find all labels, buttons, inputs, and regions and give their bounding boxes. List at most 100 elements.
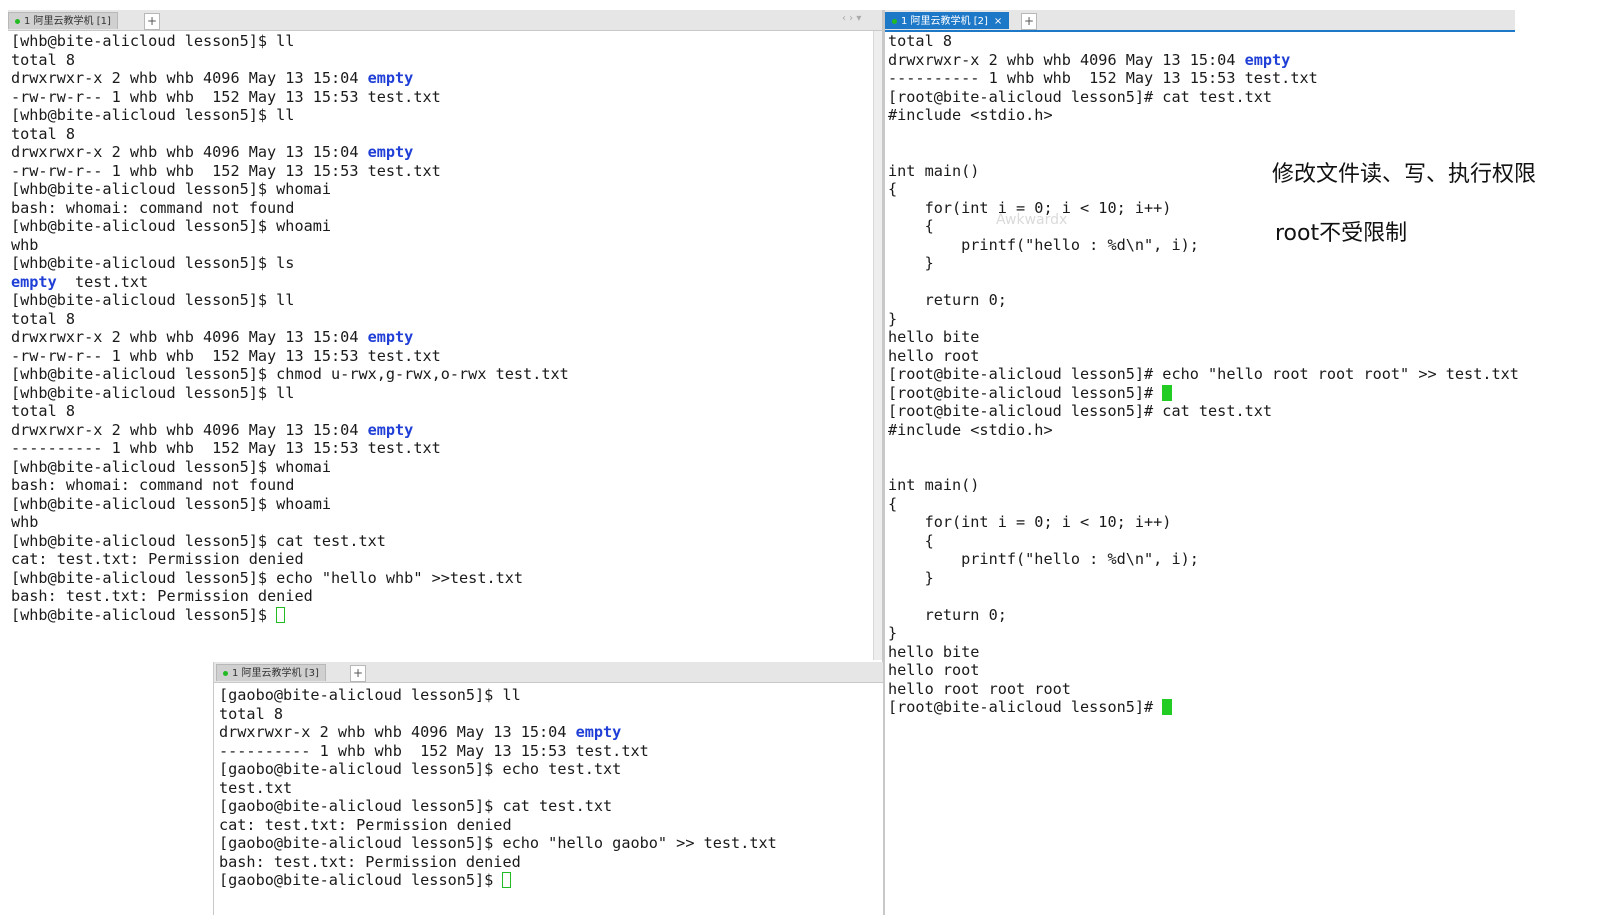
terminal-text: [gaobo@bite-alicloud lesson5]$ cat test.…: [219, 797, 613, 815]
terminal-text: bash: test.txt: Permission denied: [11, 587, 313, 605]
terminal-text: for(int i = 0; i < 10; i++): [888, 513, 1172, 531]
terminal-line: drwxrwxr-x 2 whb whb 4096 May 13 15:04 e…: [219, 723, 883, 742]
terminal-text: cat: test.txt: Permission denied: [219, 815, 512, 834]
directory-name: empty: [1244, 50, 1291, 69]
terminal-line: ---------- 1 whb whb 152 May 13 15:53 te…: [219, 742, 883, 761]
terminal-text: drwxrwxr-x 2 whb whb 4096 May 13 15:04: [11, 143, 368, 161]
terminal-line: hello root root root: [888, 680, 1596, 699]
terminal-line: {: [888, 495, 1596, 514]
terminal-text: -rw-rw-r-- 1 whb whb 152 May 13 15:53 te…: [11, 161, 441, 180]
terminal-text: {: [888, 180, 898, 198]
terminal-line: [gaobo@bite-alicloud lesson5]$ cat test.…: [219, 797, 883, 816]
terminal-output-bottom[interactable]: [gaobo@bite-alicloud lesson5]$ ll total 8…: [219, 686, 883, 915]
status-dot-icon: [15, 18, 20, 24]
terminal-line: [whb@bite-alicloud lesson5]$ ll: [11, 106, 882, 125]
terminal-line: #include <stdio.h>: [888, 106, 1596, 125]
terminal-cursor: [276, 606, 286, 623]
tab-session-3[interactable]: 1 阿里云教学机 [3]: [216, 664, 326, 681]
terminal-line: }: [888, 310, 1596, 329]
status-dot-icon: [223, 670, 228, 676]
terminal-line: drwxrwxr-x 2 whb whb 4096 May 13 15:04 e…: [888, 51, 1596, 70]
terminal-line: [root@bite-alicloud lesson5]#: [888, 698, 1596, 717]
status-dot-icon: [892, 18, 897, 24]
terminal-text: int main(): [888, 161, 980, 180]
terminal-line: ---------- 1 whb whb 152 May 13 15:53 te…: [888, 69, 1596, 88]
terminal-line: {: [888, 217, 1596, 236]
terminal-text: total 8: [219, 704, 284, 723]
terminal-pane-right[interactable]: 1 阿里云教学机 [2] × + total 8 drwxrwxr-x 2 whb …: [885, 10, 1597, 915]
terminal-text: [whb@bite-alicloud lesson5]$: [11, 605, 277, 624]
terminal-text: {: [888, 217, 934, 235]
tab-label: 1 阿里云教学机 [2]: [901, 16, 988, 27]
close-tab-icon[interactable]: ×: [994, 16, 1002, 27]
terminal-output-left[interactable]: [whb@bite-alicloud lesson5]$ ll total 8 dr…: [11, 32, 882, 660]
terminal-line: [root@bite-alicloud lesson5]# cat test.t…: [888, 402, 1596, 421]
terminal-text: total 8: [11, 402, 76, 420]
terminal-line: drwxrwxr-x 2 whb whb 4096 May 13 15:04 e…: [11, 69, 882, 88]
terminal-line: whb: [11, 513, 882, 532]
terminal-line: return 0;: [888, 291, 1596, 310]
terminal-text: [whb@bite-alicloud lesson5]$ ll: [11, 291, 295, 309]
terminal-line: for(int i = 0; i < 10; i++): [888, 513, 1596, 532]
tab-scroll-arrows-icon[interactable]: ‹ › ▾: [842, 13, 861, 24]
terminal-line: int main(): [888, 476, 1596, 495]
terminal-text: [root@bite-alicloud lesson5]# cat test.t…: [888, 87, 1273, 106]
directory-name: empty: [367, 420, 414, 439]
terminal-pane-left[interactable]: 1 阿里云教学机 [1] + ‹ › ▾ [whb@bite-alicloud …: [8, 10, 882, 660]
terminal-text: [root@bite-alicloud lesson5]# echo "hell…: [888, 365, 1519, 383]
terminal-line: [whb@bite-alicloud lesson5]$ ll: [11, 384, 882, 403]
directory-name: empty: [367, 69, 414, 87]
terminal-text: }: [888, 568, 934, 587]
terminal-line: [root@bite-alicloud lesson5]# cat test.t…: [888, 88, 1596, 107]
terminal-text: {: [888, 494, 898, 513]
terminal-line: [whb@bite-alicloud lesson5]$ whoami: [11, 495, 882, 514]
terminal-text: [whb@bite-alicloud lesson5]$ ls: [11, 254, 295, 272]
terminal-line: hello root: [888, 661, 1596, 680]
new-tab-button[interactable]: +: [144, 13, 160, 30]
terminal-text: ---------- 1 whb whb 152 May 13 15:53 te…: [888, 69, 1318, 87]
terminal-text: [whb@bite-alicloud lesson5]$ whomai: [11, 457, 332, 476]
terminal-line: [gaobo@bite-alicloud lesson5]$ echo "hel…: [219, 834, 883, 853]
terminal-text: bash: test.txt: Permission denied: [219, 852, 521, 871]
terminal-line: test.txt: [219, 779, 883, 798]
terminal-text: whb: [11, 235, 39, 254]
terminal-line: [whb@bite-alicloud lesson5]$ cat test.tx…: [11, 532, 882, 551]
watermark: Awkwardx: [996, 212, 1068, 228]
tab-label: 1 阿里云教学机 [3]: [232, 668, 319, 679]
terminal-text: [whb@bite-alicloud lesson5]$ ll: [11, 32, 295, 50]
terminal-line: bash: whomai: command not found: [11, 476, 882, 495]
terminal-text: [gaobo@bite-alicloud lesson5]$ ll: [219, 686, 521, 704]
terminal-text: whb: [11, 513, 39, 531]
terminal-text: bash: whomai: command not found: [11, 476, 295, 494]
terminal-cursor: [1162, 699, 1173, 715]
tab-bar-right: 1 阿里云教学机 [2] × +: [885, 10, 1515, 32]
tab-session-2[interactable]: 1 阿里云教学机 [2] ×: [885, 12, 1010, 29]
terminal-text: [whb@bite-alicloud lesson5]$ cat test.tx…: [11, 531, 386, 550]
new-tab-button[interactable]: +: [350, 665, 366, 682]
terminal-line: [whb@bite-alicloud lesson5]$ ll: [11, 291, 882, 310]
terminal-line: cat: test.txt: Permission denied: [11, 550, 882, 569]
terminal-text: printf("hello : %d\n", i);: [888, 235, 1199, 254]
scrollbar-left[interactable]: [873, 31, 882, 660]
terminal-line: [root@bite-alicloud lesson5]# echo "hell…: [888, 365, 1596, 384]
terminal-line: [whb@bite-alicloud lesson5]$ whomai: [11, 458, 882, 477]
tab-session-1[interactable]: 1 阿里云教学机 [1]: [8, 12, 118, 29]
terminal-line: hello root: [888, 347, 1596, 366]
annotation-root-note: root不受限制: [1275, 221, 1408, 246]
terminal-line: -rw-rw-r-- 1 whb whb 152 May 13 15:53 te…: [11, 347, 882, 366]
terminal-line: [whb@bite-alicloud lesson5]$: [11, 606, 882, 625]
terminal-pane-bottom[interactable]: 1 阿里云教学机 [3] + [gaobo@bite-alicloud less…: [213, 662, 883, 915]
terminal-text: [root@bite-alicloud lesson5]#: [888, 383, 1163, 402]
terminal-text: [gaobo@bite-alicloud lesson5]$ echo "hel…: [219, 834, 777, 852]
terminal-line: for(int i = 0; i < 10; i++): [888, 199, 1596, 218]
terminal-text: total 8: [11, 309, 76, 328]
terminal-text: #include <stdio.h>: [888, 420, 1053, 439]
terminal-text: return 0;: [888, 291, 1007, 309]
new-tab-button[interactable]: +: [1021, 13, 1037, 30]
terminal-text: drwxrwxr-x 2 whb whb 4096 May 13 15:04: [11, 69, 368, 87]
terminal-line: #include <stdio.h>: [888, 421, 1596, 440]
terminal-text: total 8: [11, 50, 76, 69]
terminal-text: }: [888, 624, 898, 642]
